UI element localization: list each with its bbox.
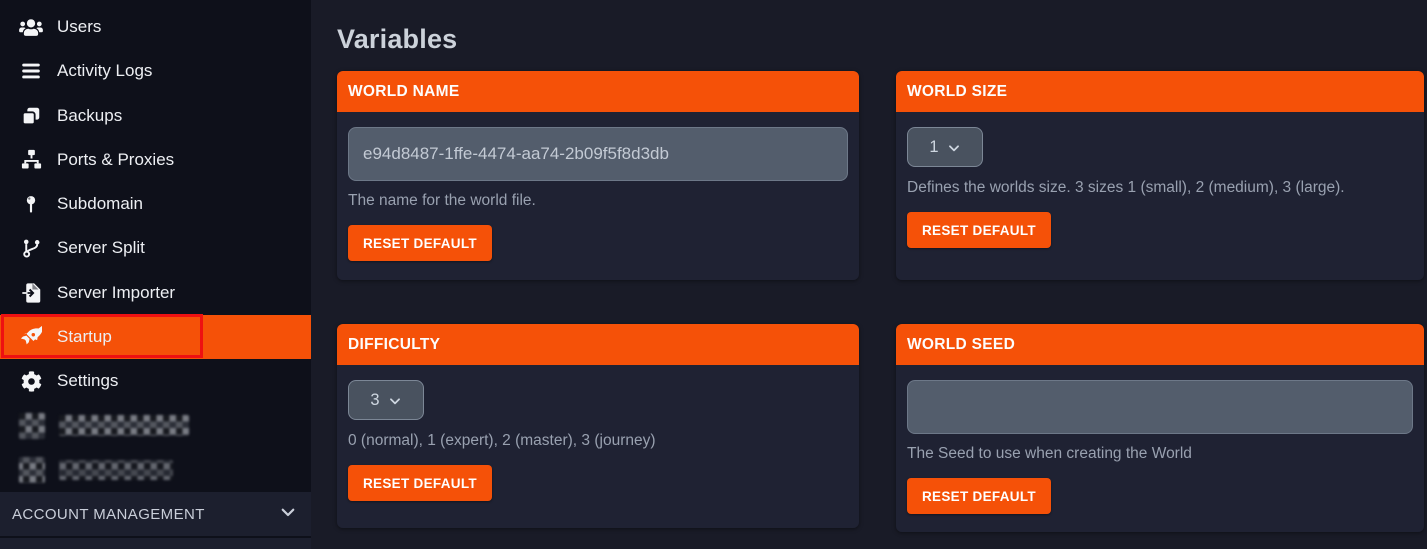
sidebar-item-subdomain[interactable]: Subdomain bbox=[0, 182, 311, 226]
world-name-input[interactable] bbox=[348, 127, 848, 181]
card-header: DIFFICULTY bbox=[337, 324, 859, 365]
redacted-icon bbox=[19, 413, 45, 439]
sidebar-item-label: Ports & Proxies bbox=[57, 150, 174, 170]
variable-description: 0 (normal), 1 (expert), 2 (master), 3 (j… bbox=[348, 430, 848, 452]
variable-description: The name for the world file. bbox=[348, 190, 848, 212]
startup-variables-page: Variables WORLD NAME The name for the wo… bbox=[311, 0, 1427, 549]
sidebar-item-redacted-2[interactable] bbox=[0, 448, 311, 492]
select-value: 1 bbox=[929, 138, 938, 157]
gear-icon bbox=[19, 369, 43, 393]
sidebar-item-label: Subdomain bbox=[57, 194, 143, 214]
sidebar-bottom-sections: ACCOUNT MANAGEMENT bbox=[0, 492, 311, 549]
sidebar-item-startup[interactable]: Startup bbox=[0, 315, 311, 359]
variable-card-world-seed: WORLD SEED The Seed to use when creating… bbox=[896, 324, 1424, 532]
rocket-icon bbox=[19, 325, 43, 349]
sidebar-item-label: Settings bbox=[57, 371, 118, 391]
sidebar-item-label: Activity Logs bbox=[57, 61, 152, 81]
card-header: WORLD NAME bbox=[337, 71, 859, 112]
card-header: WORLD SIZE bbox=[896, 71, 1424, 112]
next-section-partial bbox=[0, 538, 311, 549]
chevron-down-icon bbox=[388, 394, 402, 408]
network-icon bbox=[19, 148, 43, 172]
variables-grid: WORLD NAME The name for the world file. … bbox=[337, 71, 1424, 532]
sidebar-item-backups[interactable]: Backups bbox=[0, 94, 311, 138]
file-import-icon bbox=[19, 281, 43, 305]
card-title: WORLD SEED bbox=[907, 336, 1015, 354]
variable-card-world-size: WORLD SIZE 1 Defines the worlds size. 3 … bbox=[896, 71, 1424, 280]
variable-description: Defines the worlds size. 3 sizes 1 (smal… bbox=[907, 177, 1412, 199]
reset-default-button[interactable]: RESET DEFAULT bbox=[348, 465, 492, 501]
sidebar-item-label: Startup bbox=[57, 327, 112, 347]
sidebar-item-label: Backups bbox=[57, 106, 122, 126]
users-icon bbox=[19, 15, 43, 39]
sidebar-item-label: Server Importer bbox=[57, 283, 175, 303]
account-management-section-header[interactable]: ACCOUNT MANAGEMENT bbox=[0, 492, 311, 536]
sidebar-item-ports-proxies[interactable]: Ports & Proxies bbox=[0, 138, 311, 182]
sidebar-item-settings[interactable]: Settings bbox=[0, 359, 311, 403]
card-title: WORLD NAME bbox=[348, 83, 460, 101]
chevron-down-icon bbox=[279, 503, 297, 525]
variable-description: The Seed to use when creating the World bbox=[907, 443, 1412, 465]
sidebar-item-label: Users bbox=[57, 17, 101, 37]
reset-default-button[interactable]: RESET DEFAULT bbox=[907, 478, 1051, 514]
sidebar-item-server-importer[interactable]: Server Importer bbox=[0, 271, 311, 315]
chevron-down-icon bbox=[947, 141, 961, 155]
section-header-label: ACCOUNT MANAGEMENT bbox=[12, 506, 205, 523]
card-title: DIFFICULTY bbox=[348, 336, 440, 354]
card-header: WORLD SEED bbox=[896, 324, 1424, 365]
sidebar: Users Activity Logs Backups Ports & Prox… bbox=[0, 0, 311, 549]
select-value: 3 bbox=[370, 391, 379, 410]
reset-default-button[interactable]: RESET DEFAULT bbox=[907, 212, 1051, 248]
pin-icon bbox=[19, 192, 43, 216]
card-title: WORLD SIZE bbox=[907, 83, 1007, 101]
backups-icon bbox=[19, 104, 43, 128]
redacted-icon bbox=[19, 457, 45, 483]
redacted-label bbox=[59, 415, 189, 436]
sidebar-item-label: Server Split bbox=[57, 238, 145, 258]
sidebar-item-server-split[interactable]: Server Split bbox=[0, 226, 311, 270]
redacted-label bbox=[59, 460, 173, 480]
git-branch-icon bbox=[19, 236, 43, 260]
activity-logs-icon bbox=[19, 59, 43, 83]
difficulty-select[interactable]: 3 bbox=[348, 380, 424, 420]
variable-card-world-name: WORLD NAME The name for the world file. … bbox=[337, 71, 859, 280]
world-seed-input[interactable] bbox=[907, 380, 1413, 434]
sidebar-item-activity-logs[interactable]: Activity Logs bbox=[0, 49, 311, 93]
world-size-select[interactable]: 1 bbox=[907, 127, 983, 167]
reset-default-button[interactable]: RESET DEFAULT bbox=[348, 225, 492, 261]
sidebar-item-redacted-1[interactable] bbox=[0, 403, 311, 447]
sidebar-item-users[interactable]: Users bbox=[0, 5, 311, 49]
page-title: Variables bbox=[337, 24, 1424, 55]
variable-card-difficulty: DIFFICULTY 3 0 (normal), 1 (expert), 2 (… bbox=[337, 324, 859, 528]
